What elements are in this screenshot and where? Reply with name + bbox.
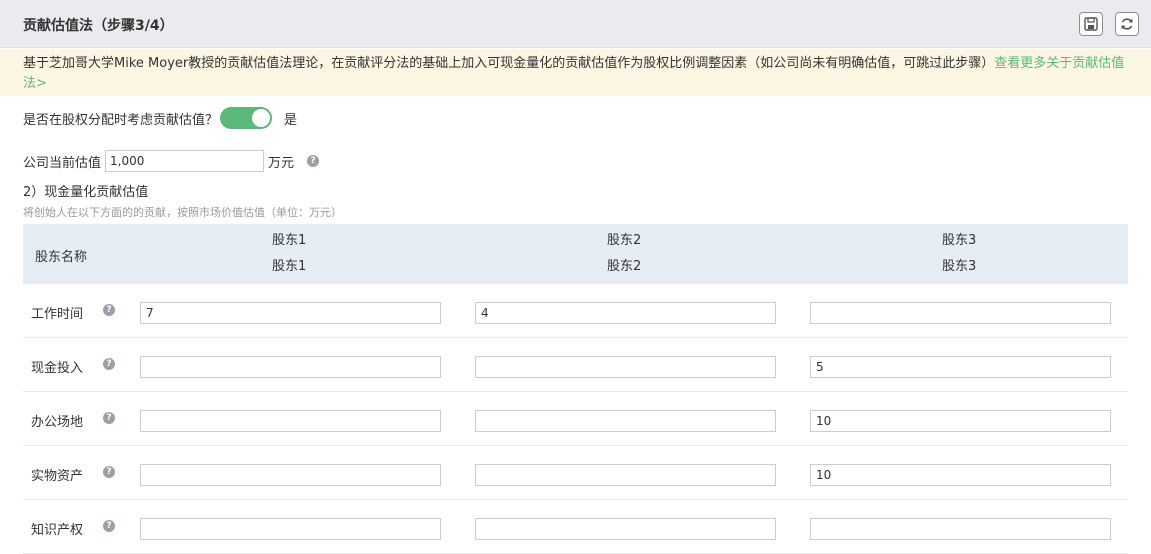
toggle-knob [252, 109, 271, 127]
valuation-label: 公司当前估值 [23, 155, 102, 171]
column-name: 股东3 [942, 233, 977, 248]
valuation-row: 公司当前估值 万元 ? [23, 150, 320, 172]
notice-text: 基于芝加哥大学Mike Moyer教授的贡献估值法理论，在贡献评分法的基础上加入… [23, 56, 995, 71]
section-title: 2）现金量化贡献估值 [23, 185, 149, 200]
value-input[interactable] [140, 302, 441, 324]
column-sub: 股东2 [607, 259, 642, 274]
question-icon[interactable]: ? [307, 155, 320, 167]
table-row: 现金投入 ? [23, 338, 1128, 392]
row-label: 实物资产 [31, 469, 84, 484]
save-icon [1084, 17, 1098, 31]
value-input[interactable] [140, 518, 441, 540]
value-input[interactable] [140, 464, 441, 486]
value-input[interactable] [810, 356, 1111, 378]
row-label: 工作时间 [31, 307, 84, 322]
question-icon[interactable]: ? [103, 304, 115, 316]
header-label: 股东名称 [35, 250, 88, 265]
valuation-input[interactable] [105, 150, 265, 172]
value-input[interactable] [810, 302, 1111, 324]
column-name: 股东1 [272, 233, 307, 248]
page-title: 贡献估值法（步骤3/4） [23, 18, 174, 34]
section-subtitle: 将创始人在以下方面的的贡献，按照市场价值估值（单位：万元） [23, 206, 342, 219]
column-sub: 股东3 [942, 259, 977, 274]
question-icon[interactable]: ? [103, 412, 115, 424]
table-header: 股东名称 股东1 股东1 股东2 股东2 股东3 股东3 [23, 224, 1128, 284]
table-row: 工作时间 ? [23, 284, 1128, 338]
row-label: 现金投入 [31, 361, 84, 376]
value-input[interactable] [475, 410, 776, 432]
column-sub: 股东1 [272, 259, 307, 274]
save-button[interactable] [1079, 12, 1103, 36]
toggle-state-label: 是 [284, 112, 298, 128]
value-input[interactable] [475, 302, 776, 324]
question-icon[interactable]: ? [103, 358, 115, 370]
question-icon[interactable]: ? [103, 520, 115, 532]
value-input[interactable] [475, 464, 776, 486]
value-input[interactable] [140, 410, 441, 432]
question-icon[interactable]: ? [103, 466, 115, 478]
refresh-icon [1121, 18, 1133, 30]
consider-valuation-toggle[interactable] [220, 107, 273, 129]
info-notice: 基于芝加哥大学Mike Moyer教授的贡献估值法理论，在贡献评分法的基础上加入… [0, 49, 1151, 96]
column-header-3: 股东3 股东3 [942, 228, 976, 280]
toggle-question: 是否在股权分配时考虑贡献估值？ [23, 112, 219, 128]
row-label: 办公场地 [31, 415, 84, 430]
valuation-unit: 万元 [268, 155, 295, 171]
consider-valuation-row: 是否在股权分配时考虑贡献估值？ 是 [23, 106, 297, 130]
table-row: 实物资产 ? [23, 446, 1128, 500]
value-input[interactable] [810, 410, 1111, 432]
column-header-2: 股东2 股东2 [607, 228, 641, 280]
page-header: 贡献估值法（步骤3/4） [0, 0, 1151, 48]
table-row: 知识产权 ? [23, 500, 1128, 554]
column-header-1: 股东1 股东1 [272, 228, 306, 280]
value-input[interactable] [475, 518, 776, 540]
value-input[interactable] [810, 518, 1111, 540]
value-input[interactable] [475, 356, 776, 378]
row-label: 知识产权 [31, 523, 84, 538]
column-name: 股东2 [607, 233, 642, 248]
value-input[interactable] [140, 356, 441, 378]
refresh-button[interactable] [1115, 12, 1139, 36]
table-row: 办公场地 ? [23, 392, 1128, 446]
value-input[interactable] [810, 464, 1111, 486]
